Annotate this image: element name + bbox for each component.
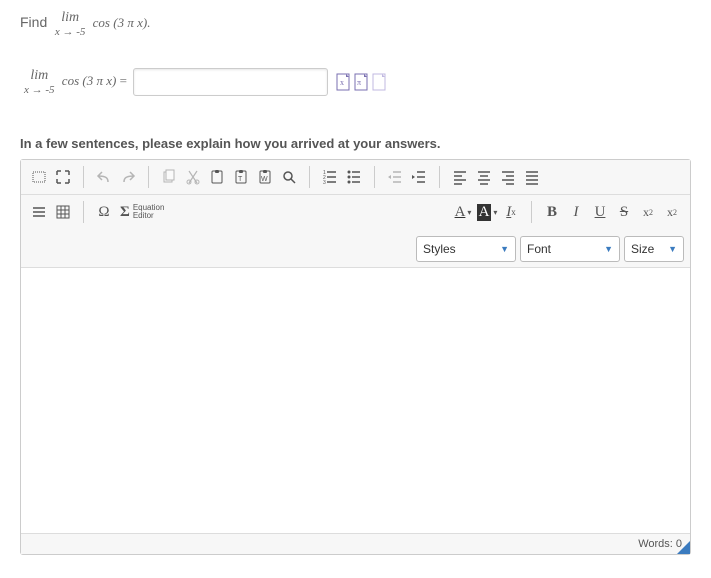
answer-hint-icons: x π bbox=[336, 73, 388, 91]
bold-button[interactable]: B bbox=[540, 200, 564, 224]
doc-icon-1[interactable]: x bbox=[336, 73, 352, 91]
outdent-icon[interactable] bbox=[383, 165, 407, 189]
text-color-button[interactable]: A▾ bbox=[451, 200, 475, 224]
undo-icon[interactable] bbox=[92, 165, 116, 189]
subscript-button[interactable]: x2 bbox=[636, 200, 660, 224]
paste-word-icon[interactable]: W bbox=[253, 165, 277, 189]
lim-top: lim bbox=[55, 10, 86, 26]
remove-format-button[interactable]: Ix bbox=[499, 200, 523, 224]
size-dropdown[interactable]: Size▼ bbox=[624, 236, 684, 262]
find-icon[interactable] bbox=[277, 165, 301, 189]
table-icon[interactable] bbox=[51, 200, 75, 224]
find-label: Find bbox=[20, 14, 47, 30]
source-icon[interactable] bbox=[27, 165, 51, 189]
lim-bottom: x → -5 bbox=[55, 26, 86, 38]
limit-expression: lim x → -5 cos (3 π x). bbox=[51, 15, 151, 30]
answer-line: lim x → -5 cos (3 π x) = x π bbox=[20, 68, 691, 96]
hr-icon[interactable] bbox=[27, 200, 51, 224]
align-justify-icon[interactable] bbox=[520, 165, 544, 189]
strike-button[interactable]: S bbox=[612, 200, 636, 224]
svg-text:W: W bbox=[261, 176, 268, 183]
align-center-icon[interactable] bbox=[472, 165, 496, 189]
font-dropdown[interactable]: Font▼ bbox=[520, 236, 620, 262]
unordered-list-icon[interactable] bbox=[342, 165, 366, 189]
paste-icon[interactable] bbox=[205, 165, 229, 189]
superscript-button[interactable]: x2 bbox=[660, 200, 684, 224]
answer-input[interactable] bbox=[133, 68, 328, 96]
doc-icon-3[interactable] bbox=[372, 73, 388, 91]
italic-button[interactable]: I bbox=[564, 200, 588, 224]
bg-color-button[interactable]: A▾ bbox=[475, 200, 499, 224]
omega-icon[interactable]: Ω bbox=[92, 200, 116, 224]
underline-button[interactable]: U bbox=[588, 200, 612, 224]
toolbar-row-1: T W 123 bbox=[21, 160, 690, 195]
redo-icon[interactable] bbox=[116, 165, 140, 189]
styles-dropdown[interactable]: Styles▼ bbox=[416, 236, 516, 262]
paste-text-icon[interactable]: T bbox=[229, 165, 253, 189]
svg-text:3: 3 bbox=[323, 180, 326, 185]
indent-icon[interactable] bbox=[407, 165, 431, 189]
resize-handle[interactable] bbox=[677, 541, 690, 554]
explain-prompt: In a few sentences, please explain how y… bbox=[20, 136, 691, 151]
copy-icon[interactable] bbox=[157, 165, 181, 189]
svg-text:π: π bbox=[357, 78, 361, 87]
word-count: Words: 0 bbox=[638, 538, 682, 550]
ordered-list-icon[interactable]: 123 bbox=[318, 165, 342, 189]
editor-content[interactable] bbox=[21, 268, 690, 533]
svg-text:T: T bbox=[238, 176, 243, 183]
rich-text-editor: T W 123 Ω Σ bbox=[20, 159, 691, 555]
question-block: Find lim x → -5 cos (3 π x). bbox=[20, 10, 691, 38]
equation-editor-button[interactable]: Σ EquationEditor bbox=[116, 200, 168, 224]
cut-icon[interactable] bbox=[181, 165, 205, 189]
cos-expr: cos (3 π x) bbox=[93, 15, 148, 30]
toolbar-row-2: Ω Σ EquationEditor A▾ A▾ Ix B I U S x2 x… bbox=[21, 195, 690, 268]
align-right-icon[interactable] bbox=[496, 165, 520, 189]
doc-icon-2[interactable]: π bbox=[354, 73, 370, 91]
svg-text:x: x bbox=[340, 78, 344, 87]
align-left-icon[interactable] bbox=[448, 165, 472, 189]
maximize-icon[interactable] bbox=[51, 165, 75, 189]
editor-footer: Words: 0 bbox=[21, 533, 690, 554]
answer-limit-expr: lim x → -5 cos (3 π x) = bbox=[20, 68, 127, 96]
